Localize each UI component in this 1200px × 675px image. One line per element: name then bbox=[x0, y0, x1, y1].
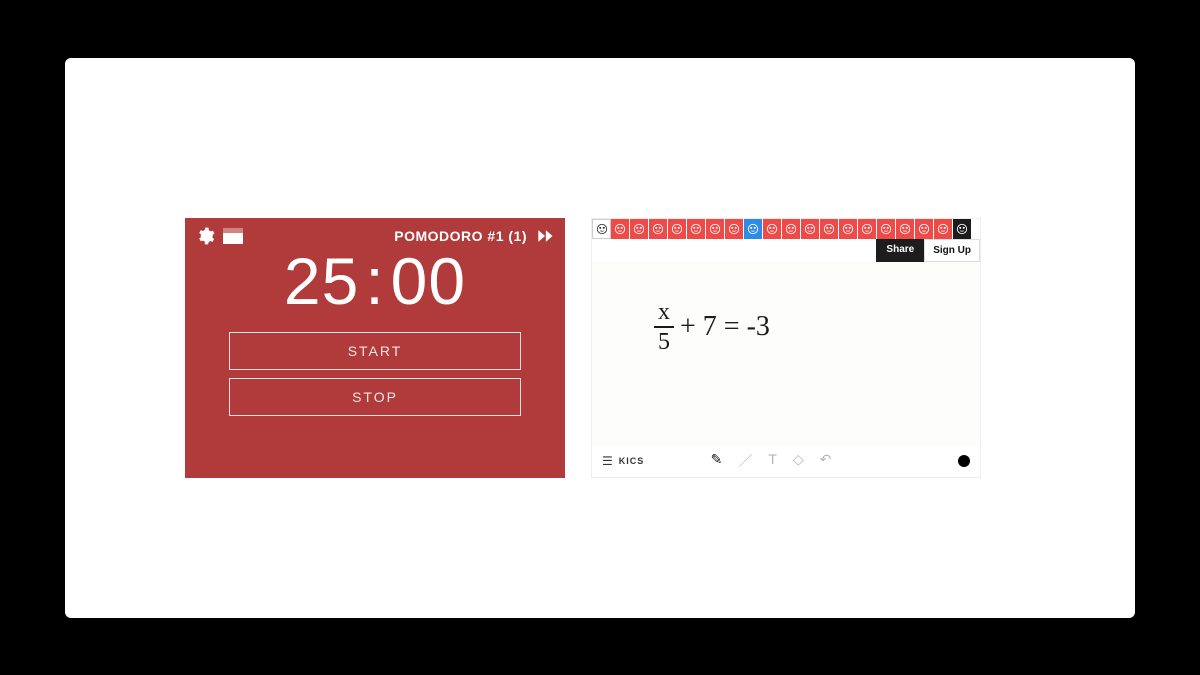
pencil-icon[interactable]: ✎ bbox=[711, 451, 723, 471]
equation-numerator: x bbox=[654, 300, 674, 324]
fast-forward-icon[interactable] bbox=[535, 226, 555, 246]
pomodoro-seconds: 00 bbox=[391, 244, 466, 318]
avatar-5[interactable] bbox=[687, 219, 706, 239]
avatar-13[interactable] bbox=[839, 219, 858, 239]
pomodoro-minutes: 25 bbox=[284, 244, 359, 318]
undo-icon[interactable]: ↶ bbox=[820, 451, 832, 471]
avatar-7[interactable] bbox=[725, 219, 744, 239]
color-swatch[interactable] bbox=[958, 455, 970, 467]
avatar-18[interactable] bbox=[934, 219, 953, 239]
line-icon[interactable]: ／ bbox=[738, 451, 752, 471]
avatar-1[interactable] bbox=[611, 219, 630, 239]
avatar-10[interactable] bbox=[782, 219, 801, 239]
whiteboard-canvas[interactable]: x 5 + 7 = -3 bbox=[592, 262, 980, 447]
whiteboard-widget: Share Sign Up x 5 + 7 = -3 ☰ KICS ✎ ／ T … bbox=[591, 218, 981, 478]
board-label: KICS bbox=[619, 456, 645, 466]
eraser-icon[interactable]: ◇ bbox=[793, 451, 804, 471]
pomodoro-header: POMODORO #1 (1) bbox=[185, 218, 565, 246]
pomodoro-buttons: START STOP bbox=[185, 314, 565, 416]
avatar-17[interactable] bbox=[915, 219, 934, 239]
equation-denominator: 5 bbox=[654, 330, 674, 354]
avatar-15[interactable] bbox=[877, 219, 896, 239]
avatar-12[interactable] bbox=[820, 219, 839, 239]
avatar-14[interactable] bbox=[858, 219, 877, 239]
whiteboard-footer: ☰ KICS ✎ ／ T ◇ ↶ bbox=[592, 447, 980, 477]
fraction-bar bbox=[654, 326, 674, 328]
avatar-16[interactable] bbox=[896, 219, 915, 239]
avatar-19[interactable] bbox=[953, 219, 972, 239]
start-button[interactable]: START bbox=[229, 332, 521, 370]
avatar-2[interactable] bbox=[630, 219, 649, 239]
equation: x 5 + 7 = -3 bbox=[654, 300, 770, 354]
share-button[interactable]: Share bbox=[876, 239, 924, 262]
pomodoro-title: POMODORO #1 (1) bbox=[394, 228, 527, 244]
signup-button[interactable]: Sign Up bbox=[924, 239, 980, 262]
pomodoro-time: 25:00 bbox=[185, 248, 565, 314]
equation-fraction: x 5 bbox=[654, 300, 674, 354]
pomodoro-widget: POMODORO #1 (1) 25:00 START STOP bbox=[185, 218, 565, 478]
auth-row: Share Sign Up bbox=[592, 239, 980, 262]
avatar-11[interactable] bbox=[801, 219, 820, 239]
tool-row: ✎ ／ T ◇ ↶ bbox=[711, 451, 832, 471]
avatar-8[interactable] bbox=[744, 219, 763, 239]
avatar-0[interactable] bbox=[592, 219, 611, 239]
text-icon[interactable]: T bbox=[768, 451, 777, 471]
menu-icon[interactable]: ☰ bbox=[602, 454, 613, 468]
avatar-9[interactable] bbox=[763, 219, 782, 239]
avatar-row bbox=[592, 219, 980, 239]
avatar-6[interactable] bbox=[706, 219, 725, 239]
avatar-4[interactable] bbox=[668, 219, 687, 239]
gear-icon[interactable] bbox=[195, 226, 215, 246]
time-separator: : bbox=[359, 244, 390, 318]
slide: POMODORO #1 (1) 25:00 START STOP Share S… bbox=[65, 58, 1135, 618]
stop-button[interactable]: STOP bbox=[229, 378, 521, 416]
equation-rest: + 7 = -3 bbox=[680, 313, 770, 341]
avatar-3[interactable] bbox=[649, 219, 668, 239]
window-icon[interactable] bbox=[223, 228, 243, 244]
